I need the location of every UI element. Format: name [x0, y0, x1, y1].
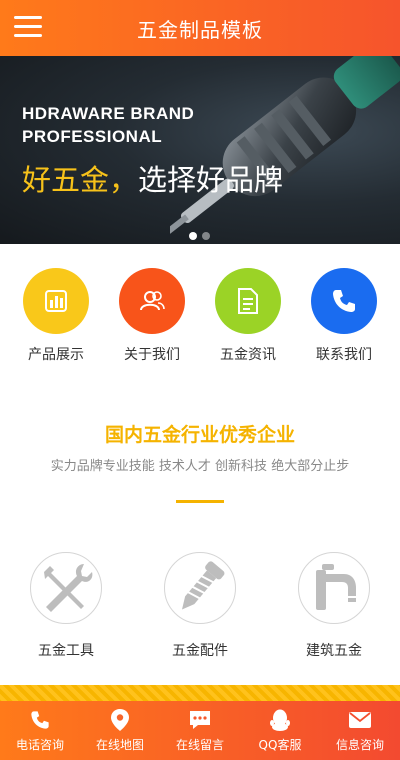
quicknav-label: 五金资讯: [220, 347, 276, 363]
menu-icon[interactable]: [14, 16, 42, 40]
screw-icon: [182, 561, 225, 610]
banner-english-tagline: HDRAWARE BRAND PROFESSIONAL: [22, 102, 194, 148]
product-circle: [298, 552, 370, 624]
hero-banner[interactable]: HDRAWARE BRAND PROFESSIONAL 好五金，选择好品牌: [0, 56, 400, 244]
footer-label: 在线地图: [95, 738, 144, 752]
product-categories: 五金工具 五金配件 建筑五金: [0, 552, 400, 662]
quicknav-label: 产品展示: [28, 347, 84, 363]
map-pin-icon: [107, 708, 133, 732]
slider-dot-2[interactable]: [202, 232, 210, 240]
users-icon: [140, 291, 165, 311]
footer-phone[interactable]: 电话咨询: [0, 701, 80, 760]
banner-slogan: 好五金，选择好品牌: [22, 157, 283, 199]
banner-en-line2: PROFESSIONAL: [22, 127, 163, 146]
chat-icon: [187, 708, 213, 732]
quicknav-contact[interactable]: 联系我们: [296, 268, 392, 368]
footer-map[interactable]: 在线地图: [80, 701, 160, 760]
mail-icon: [347, 708, 373, 732]
slider-dots: [189, 232, 210, 240]
quicknav-about[interactable]: 关于我们: [104, 268, 200, 368]
quicknav-label: 关于我们: [124, 347, 180, 363]
footer-label: QQ客服: [258, 738, 302, 752]
wrench-screwdriver-icon: [44, 564, 93, 612]
document-icon: [238, 288, 258, 314]
top-header: 五金制品模板: [0, 0, 400, 56]
section-divider: [176, 500, 224, 503]
product-circle: [164, 552, 236, 624]
product-accessories[interactable]: 五金配件: [140, 552, 260, 660]
quicknav-news[interactable]: 五金资讯: [200, 268, 296, 368]
product-construction[interactable]: 建筑五金: [274, 552, 394, 660]
quick-nav: 产品展示 关于我们 五金资讯 联系我们: [0, 268, 400, 368]
page-title: 五金制品模板: [137, 17, 263, 42]
footer-info[interactable]: 信息咨询: [320, 701, 400, 760]
section-title: 国内五金行业优秀企业: [104, 424, 295, 446]
slogan-highlight: 好五金，: [22, 163, 139, 197]
footer-label: 信息咨询: [335, 738, 384, 752]
footer-qq[interactable]: QQ客服: [240, 701, 320, 760]
slider-dot-1[interactable]: [189, 232, 197, 240]
quicknav-label: 联系我们: [316, 347, 372, 363]
product-circle: [30, 552, 102, 624]
quicknav-circle: [311, 268, 377, 334]
product-tools[interactable]: 五金工具: [6, 552, 126, 660]
banner-en-line1: HDRAWARE BRAND: [22, 104, 195, 123]
product-label: 五金工具: [38, 643, 94, 659]
footer-label: 在线留言: [175, 738, 224, 752]
drill-illustration: [170, 56, 400, 236]
product-label: 建筑五金: [306, 643, 362, 659]
quicknav-circle: [215, 268, 281, 334]
slogan-rest: 选择好品牌: [138, 163, 284, 197]
product-label: 五金配件: [172, 643, 228, 659]
phone-icon: [27, 708, 53, 732]
quicknav-products[interactable]: 产品展示: [8, 268, 104, 368]
quicknav-circle: [23, 268, 89, 334]
footer-label: 电话咨询: [15, 738, 64, 752]
section-subtitle: 实力品牌专业技能 技术人才 创新科技 绝大部分止步: [50, 459, 350, 474]
phone-icon: [333, 290, 355, 312]
footer-message[interactable]: 在线留言: [160, 701, 240, 760]
qq-icon: [267, 708, 293, 732]
bottom-nav: 电话咨询 在线地图 在线留言 QQ客服 信息咨询: [0, 701, 400, 760]
quicknav-circle: [119, 268, 185, 334]
bar-chart-icon: [45, 290, 67, 312]
faucet-icon: [316, 564, 356, 610]
